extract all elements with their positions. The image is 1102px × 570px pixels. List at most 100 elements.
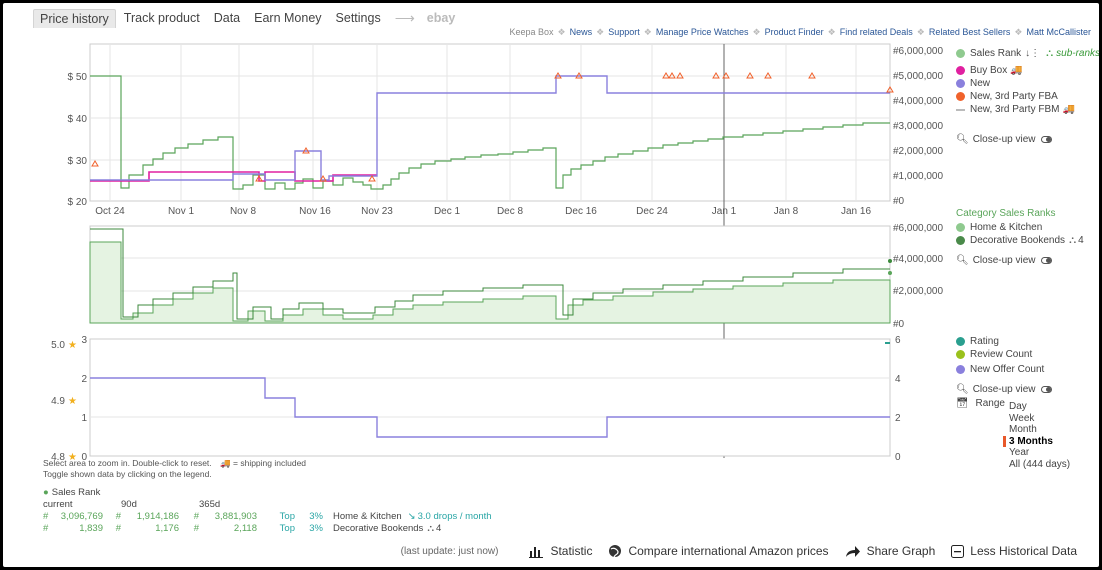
- sales-rank-label: Sales Rank: [970, 48, 1022, 59]
- truck-icon: 🚚: [1010, 65, 1023, 76]
- rating-tick: 4.9: [51, 396, 65, 407]
- date-tick: Jan 8: [774, 206, 799, 217]
- trend-icon: ↘: [407, 510, 416, 522]
- stat-pct: 3%: [309, 510, 323, 522]
- rating-label: Rating: [970, 336, 999, 347]
- rank-tick: #4,000,000: [893, 254, 943, 265]
- share-graph-button[interactable]: Share Graph: [845, 544, 935, 558]
- closeup-toggle[interactable]: 🔍︎ Close-up view: [956, 255, 1084, 266]
- end-point: [888, 259, 892, 263]
- rank-tick: #6,000,000: [893, 46, 943, 57]
- range-label: Range: [975, 398, 1005, 409]
- drops-per-month: 3.0 drops / month: [417, 510, 492, 522]
- bar-chart-icon: [529, 546, 544, 558]
- star-icon: ★: [68, 396, 77, 407]
- date-tick: Nov 8: [230, 206, 257, 217]
- closeup-label: Close-up view: [972, 134, 1036, 145]
- col-current: current: [43, 498, 73, 510]
- legend-rating[interactable]: Rating: [956, 335, 1052, 348]
- bullet-icon: ●: [43, 486, 49, 498]
- price-legend: Sales Rank ↓⋮ ⛬ sub-ranks Buy Box 🚚 New …: [956, 47, 1099, 145]
- bookends-swatch: [956, 236, 965, 245]
- price-tick: $ 20: [68, 197, 88, 208]
- price-tick: $ 40: [68, 114, 88, 125]
- stat-category[interactable]: Decorative Bookends: [333, 523, 423, 534]
- legend-review-count[interactable]: Review Count: [956, 348, 1052, 361]
- legend-decorative-bookends[interactable]: Decorative Bookends ⛬ 4: [956, 234, 1084, 247]
- last-update: (last update: just now): [400, 545, 499, 557]
- legend-buy-box[interactable]: Buy Box 🚚: [956, 64, 1099, 77]
- offer-label: New Offer Count: [970, 364, 1045, 375]
- col-90d: 90d: [121, 498, 137, 510]
- range-week[interactable]: Week: [1009, 413, 1070, 425]
- search-icon: 🔍︎: [956, 134, 969, 145]
- price-history-chart[interactable]: $ 50 $ 40 $ 30 $ 20 #6,000,000 #5,000,00…: [3, 3, 1099, 463]
- sort-icon: ↓⋮: [1025, 48, 1041, 59]
- share-icon: [845, 545, 860, 557]
- offer-tick: 2: [895, 413, 901, 424]
- sub-ranks-link[interactable]: sub-ranks: [1056, 48, 1099, 59]
- legend-offer-count[interactable]: New Offer Count: [956, 363, 1052, 376]
- legend-new[interactable]: New: [956, 77, 1099, 90]
- price-tick: $ 30: [68, 156, 88, 167]
- legend-sales-rank[interactable]: Sales Rank ↓⋮ ⛬ sub-ranks: [956, 47, 1099, 60]
- offer-tick: 0: [895, 452, 901, 463]
- range-all[interactable]: All (444 days): [1009, 459, 1070, 471]
- date-tick: Nov 23: [361, 206, 393, 217]
- closeup-toggle[interactable]: 🔍︎ Close-up view: [956, 384, 1052, 395]
- date-tick: Jan 1: [712, 206, 737, 217]
- rating-chart-area[interactable]: [89, 338, 891, 457]
- date-tick: Nov 16: [299, 206, 331, 217]
- range-month[interactable]: Month: [1009, 424, 1070, 436]
- fbm-label: New, 3rd Party FBM: [970, 104, 1060, 115]
- stat-90d: 1,176: [155, 522, 179, 534]
- stat-current: 1,839: [79, 522, 103, 534]
- legend-fbm[interactable]: New, 3rd Party FBM 🚚: [956, 103, 1099, 116]
- chart-help: Select area to zoom in. Double-click to …: [43, 458, 306, 479]
- range-label-group: 📅︎ Range: [956, 398, 1005, 409]
- star-icon: ★: [68, 340, 77, 351]
- toggle-icon[interactable]: [1040, 136, 1052, 143]
- compare-label: Compare international Amazon prices: [628, 544, 829, 558]
- home-kitchen-label: Home & Kitchen: [970, 222, 1043, 233]
- range-3-months[interactable]: 3 Months: [1003, 435, 1070, 448]
- main-chart-area[interactable]: [89, 43, 891, 202]
- offer-tick: 4: [895, 374, 901, 385]
- rank-tick: #5,000,000: [893, 71, 943, 82]
- rank-tick: #0: [893, 319, 905, 330]
- closeup-label: Close-up view: [972, 384, 1036, 395]
- rank-tick: #1,000,000: [893, 171, 943, 182]
- rank-tick: #3,000,000: [893, 121, 943, 132]
- sitemap-icon: ⛬: [1046, 48, 1054, 59]
- toggle-icon[interactable]: [1040, 257, 1052, 264]
- help-shipping: = shipping included: [233, 458, 307, 468]
- price-axis-labels: $ 50 $ 40 $ 30 $ 20: [68, 72, 88, 208]
- rating-swatch: [956, 337, 965, 346]
- less-data-button[interactable]: Less Historical Data: [951, 544, 1077, 558]
- compare-prices-button[interactable]: Compare international Amazon prices: [608, 544, 829, 558]
- stat-category[interactable]: Home & Kitchen: [333, 511, 402, 522]
- legend-home-kitchen[interactable]: Home & Kitchen: [956, 221, 1084, 234]
- range-day[interactable]: Day: [1009, 401, 1070, 413]
- statistic-button[interactable]: Statistic: [528, 544, 592, 558]
- rank-tick: #4,000,000: [893, 96, 943, 107]
- stat-90d: 1,914,186: [136, 510, 179, 522]
- price-tick: $ 50: [68, 72, 88, 83]
- search-icon: 🔍︎: [956, 384, 969, 395]
- globe-icon: [609, 545, 622, 558]
- toggle-icon[interactable]: [1040, 386, 1052, 393]
- review-axis-labels: 3 2 1 0: [81, 335, 87, 463]
- minus-square-icon: [951, 544, 965, 558]
- closeup-label: Close-up view: [972, 255, 1036, 266]
- legend-fba[interactable]: New, 3rd Party FBA: [956, 90, 1099, 103]
- keepa-panel: Price history Track product Data Earn Mo…: [3, 3, 1099, 567]
- range-year[interactable]: Year: [1009, 447, 1070, 459]
- offer-swatch: [956, 365, 965, 374]
- category-legend-header: Category Sales Ranks: [956, 208, 1056, 219]
- stat-current: 3,096,769: [60, 510, 103, 522]
- star-icons: ★ ★ ★: [68, 340, 77, 463]
- stat-top: Top: [279, 510, 295, 522]
- date-tick: Jan 16: [841, 206, 871, 217]
- rank-tick: #6,000,000: [893, 223, 943, 234]
- closeup-toggle[interactable]: 🔍︎ Close-up view: [956, 134, 1099, 145]
